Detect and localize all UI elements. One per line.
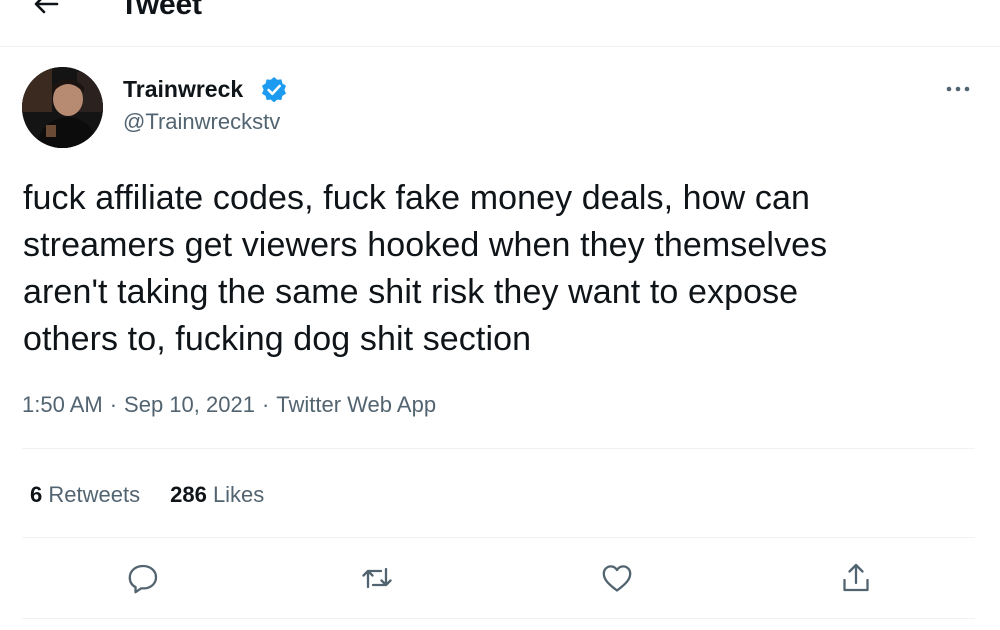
more-options-icon[interactable]	[942, 79, 974, 99]
reply-icon[interactable]	[125, 560, 161, 596]
divider	[22, 537, 975, 538]
back-arrow-icon[interactable]	[32, 0, 60, 18]
share-icon[interactable]	[838, 560, 874, 596]
tweet-date[interactable]: Sep 10, 2021	[124, 392, 255, 417]
retweets-stat[interactable]: 6 Retweets	[30, 482, 140, 507]
like-icon[interactable]	[599, 560, 635, 596]
page-title: Tweet	[120, 0, 202, 21]
tweet-source[interactable]: Twitter Web App	[276, 392, 436, 417]
tweet-stats: 6 Retweets 286 Likes	[30, 480, 294, 510]
likes-count: 286	[170, 482, 207, 507]
meta-separator: ·	[261, 392, 270, 417]
tweet-text: fuck affiliate codes, fuck fake money de…	[23, 179, 828, 358]
likes-label: Likes	[212, 482, 265, 507]
author-name[interactable]: Trainwreck	[123, 74, 243, 104]
retweets-count: 6	[30, 482, 43, 507]
meta-separator: ·	[109, 392, 118, 417]
retweet-icon[interactable]	[359, 560, 395, 596]
verified-badge-icon	[259, 75, 289, 105]
divider	[22, 448, 975, 449]
divider	[22, 618, 975, 619]
retweets-label: Retweets	[48, 482, 141, 507]
likes-stat[interactable]: 286 Likes	[170, 482, 264, 507]
tweet-time[interactable]: 1:50 AM	[22, 392, 103, 417]
tweet-meta: 1:50 AM · Sep 10, 2021 · Twitter Web App	[22, 390, 436, 420]
author-handle[interactable]: @Trainwreckstv	[123, 107, 280, 137]
avatar[interactable]	[22, 67, 103, 148]
tweet-page: Tweet Trainwreck @Trainwreckstv fuck aff…	[0, 0, 1000, 630]
page-header: Tweet	[0, 0, 1000, 47]
